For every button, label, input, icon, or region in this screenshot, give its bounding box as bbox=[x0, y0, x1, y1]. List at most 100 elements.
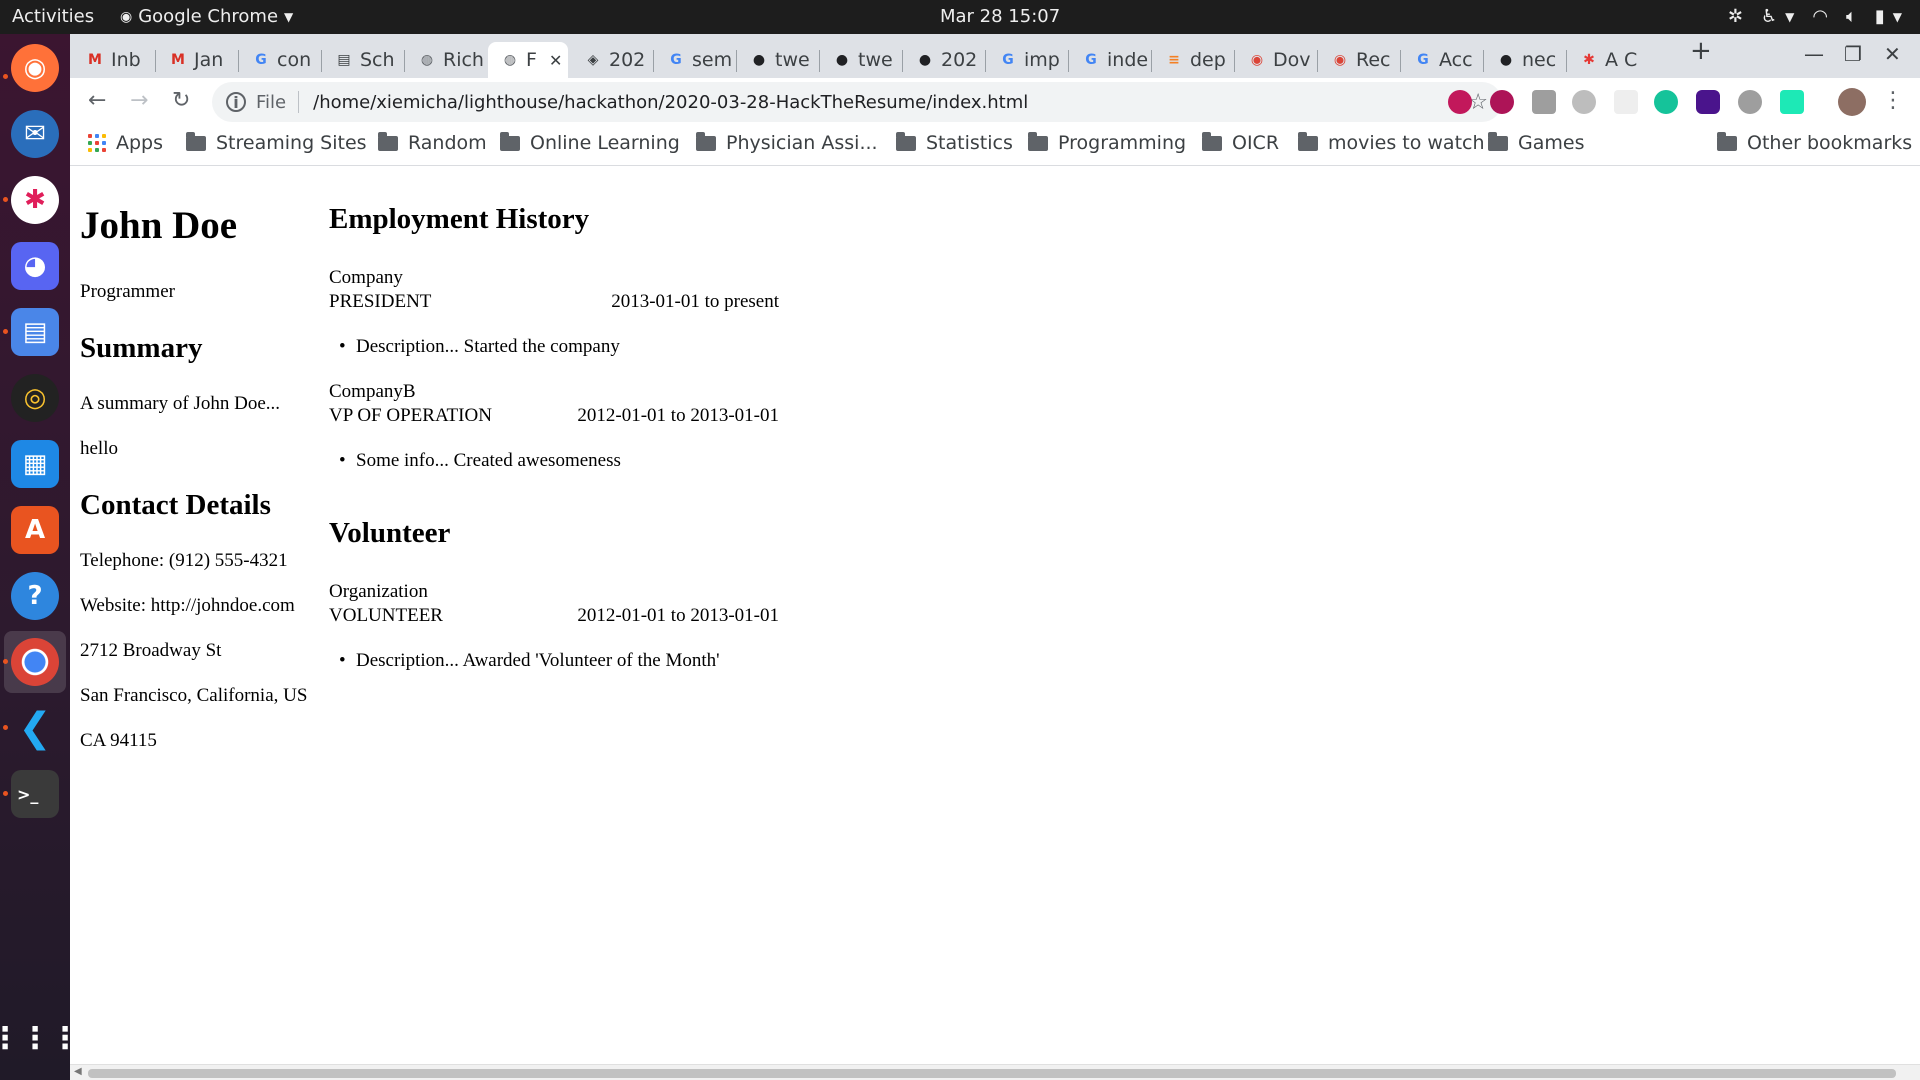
bookmark-folder[interactable]: Random bbox=[378, 131, 487, 154]
extension-k-icon[interactable] bbox=[1532, 90, 1556, 114]
vscode-icon[interactable]: ❮ bbox=[11, 704, 59, 752]
files-icon[interactable]: ▤ bbox=[11, 308, 59, 356]
extension-n-icon[interactable] bbox=[1448, 90, 1472, 114]
browser-tab[interactable]: ✱ A C bbox=[1567, 42, 1647, 78]
writer-icon[interactable]: ▦ bbox=[11, 440, 59, 488]
bookmark-label: OICR bbox=[1232, 132, 1280, 154]
extension-grey-icon[interactable] bbox=[1572, 90, 1596, 114]
chrome-icon[interactable] bbox=[11, 638, 59, 686]
rhythmbox-icon[interactable]: ◎ bbox=[11, 374, 59, 422]
menu-kebab-icon[interactable]: ⋮ bbox=[1882, 88, 1904, 113]
browser-tab[interactable]: ◉ Dov bbox=[1235, 42, 1315, 78]
bookmark-folder[interactable]: Online Learning bbox=[500, 131, 680, 154]
bookmark-other[interactable]: Other bookmarks bbox=[1717, 131, 1913, 154]
job-position-row: PRESIDENT 2013-01-01 to present bbox=[329, 291, 779, 313]
bookmark-label: Physician Assi... bbox=[726, 132, 878, 154]
browser-tab[interactable]: Gimp bbox=[986, 42, 1066, 78]
firefox-icon[interactable]: ◉ bbox=[11, 44, 59, 92]
slack-icon[interactable]: ✱ bbox=[11, 176, 59, 224]
bookmark-label: Other bookmarks bbox=[1747, 132, 1913, 154]
thunderbird-icon[interactable]: ✉ bbox=[11, 110, 59, 158]
reload-button[interactable]: ↻ bbox=[172, 88, 190, 113]
bookmark-folder[interactable]: Statistics bbox=[896, 131, 1013, 154]
browser-tab[interactable]: ● twe bbox=[820, 42, 900, 78]
browser-tab[interactable]: ◍ F ✕ bbox=[488, 42, 568, 78]
horizontal-scrollbar[interactable]: ◀ bbox=[70, 1064, 1920, 1080]
restore-button[interactable]: ❐ bbox=[1844, 42, 1862, 66]
bookmark-label: Online Learning bbox=[530, 132, 680, 154]
browser-tab[interactable]: ◍ Rich bbox=[405, 42, 485, 78]
tab-title: Sch bbox=[360, 49, 395, 71]
browser-tab[interactable]: M Inb bbox=[73, 42, 153, 78]
extension-cloud-icon[interactable] bbox=[1738, 90, 1762, 114]
chevron-down-icon: ▼ bbox=[1785, 10, 1795, 24]
bookmark-folder[interactable]: OICR bbox=[1202, 131, 1280, 154]
resume-job-title: Programmer bbox=[80, 281, 175, 302]
browser-tab[interactable]: G Acc bbox=[1401, 42, 1481, 78]
bookmark-folder[interactable]: movies to watch bbox=[1298, 131, 1485, 154]
url-text[interactable]: /home/xiemicha/lighthouse/hackathon/2020… bbox=[313, 92, 1028, 113]
accessibility-icon[interactable]: ♿︎ bbox=[1761, 6, 1777, 27]
browser-tab[interactable]: Ginde bbox=[1069, 42, 1149, 78]
browser-tab[interactable]: ● nec bbox=[1484, 42, 1564, 78]
app-menu[interactable]: ◉ Google Chrome ▼ bbox=[120, 6, 293, 27]
browser-tab[interactable]: ◉ Rec bbox=[1318, 42, 1398, 78]
scroll-left-icon[interactable]: ◀ bbox=[74, 1066, 82, 1077]
volunteer-heading: Volunteer bbox=[329, 517, 451, 549]
grammarly-icon[interactable] bbox=[1654, 90, 1678, 114]
bookmark-apps[interactable]: Apps bbox=[88, 132, 163, 154]
browser-tab[interactable]: Gcon bbox=[239, 42, 319, 78]
browser-tab[interactable]: ≡ dep bbox=[1152, 42, 1232, 78]
volunteer-organization: Organization bbox=[329, 581, 428, 602]
running-indicator bbox=[3, 329, 8, 334]
slack-tray-icon[interactable]: ✲ bbox=[1728, 6, 1743, 27]
discord-icon[interactable]: ◕ bbox=[11, 242, 59, 290]
resume-page: John Doe Programmer Summary A summary of… bbox=[70, 167, 1920, 1064]
minimize-button[interactable]: — bbox=[1804, 42, 1824, 66]
close-window-button[interactable]: ✕ bbox=[1884, 42, 1901, 66]
google-icon: G bbox=[1085, 52, 1097, 68]
extension-wh-icon[interactable] bbox=[1780, 90, 1804, 114]
bookmark-folder[interactable]: Physician Assi... bbox=[696, 131, 878, 154]
browser-tab[interactable]: ● twe bbox=[737, 42, 817, 78]
forward-button[interactable]: → bbox=[130, 88, 148, 113]
bookmark-folder[interactable]: Programming bbox=[1028, 131, 1186, 154]
bookmark-folder[interactable]: Streaming Sites bbox=[186, 131, 367, 154]
browser-tab[interactable]: Gsem bbox=[654, 42, 734, 78]
running-indicator bbox=[3, 74, 8, 79]
profile-avatar[interactable] bbox=[1838, 88, 1866, 116]
tab-title: Rich bbox=[443, 49, 484, 71]
job-dates: 2013-01-01 to present bbox=[611, 291, 779, 312]
volume-icon[interactable]: 🔈︎ bbox=[1846, 6, 1857, 27]
tab-title: Jan bbox=[194, 49, 224, 71]
info-icon[interactable]: i bbox=[226, 92, 246, 112]
folder-icon bbox=[896, 131, 916, 151]
back-button[interactable]: ← bbox=[88, 88, 106, 113]
google-icon: G bbox=[670, 52, 682, 68]
new-tab-button[interactable]: + bbox=[1690, 36, 1712, 66]
bookmark-folder[interactable]: Games bbox=[1488, 131, 1584, 154]
job-description: Some info... Created awesomeness bbox=[339, 450, 621, 472]
scrollbar-thumb[interactable] bbox=[88, 1069, 1896, 1078]
globe-icon: ◍ bbox=[420, 52, 434, 68]
help-icon[interactable]: ? bbox=[11, 572, 59, 620]
browser-tab[interactable]: ● 202 bbox=[903, 42, 983, 78]
browser-tab[interactable]: ◈ 202 bbox=[571, 42, 651, 78]
activities-button[interactable]: Activities bbox=[12, 6, 94, 27]
address-bar[interactable]: i File /home/xiemicha/lighthouse/hackath… bbox=[212, 82, 1502, 122]
clock[interactable]: Mar 28 15:07 bbox=[940, 6, 1060, 27]
system-tray[interactable]: ✲ ♿︎ ▼ ◠ 🔈︎ ▮ ▼ bbox=[1728, 6, 1902, 27]
extension-d-icon[interactable] bbox=[1490, 90, 1514, 114]
extension-purple-icon[interactable] bbox=[1696, 90, 1720, 114]
show-apps-icon[interactable]: ⋮⋮⋮ bbox=[0, 1014, 80, 1062]
terminal-icon[interactable]: >_ bbox=[11, 770, 59, 818]
job-dates: 2012-01-01 to 2013-01-01 bbox=[577, 405, 779, 426]
browser-tab[interactable]: ▤ Sch bbox=[322, 42, 402, 78]
google-icon: G bbox=[1417, 52, 1429, 68]
close-tab-icon[interactable]: ✕ bbox=[549, 51, 562, 70]
browser-tab[interactable]: M Jan bbox=[156, 42, 236, 78]
wifi-icon[interactable]: ◠ bbox=[1812, 6, 1828, 27]
software-center-icon[interactable]: A bbox=[11, 506, 59, 554]
extension-blank-icon[interactable] bbox=[1614, 90, 1638, 114]
battery-icon[interactable]: ▮ bbox=[1875, 6, 1885, 27]
